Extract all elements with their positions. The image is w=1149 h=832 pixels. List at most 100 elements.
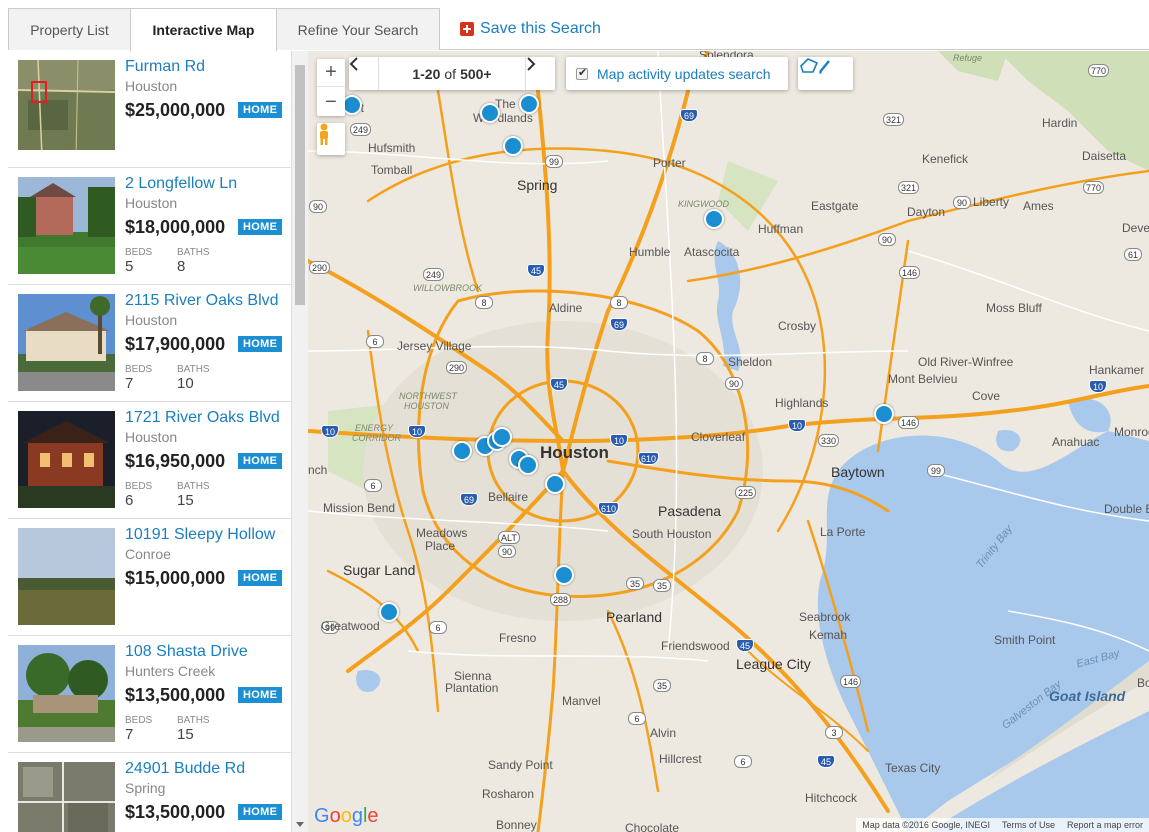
place-label: WILLOWBROOK [413,283,482,293]
highway-shield: 8 [696,352,714,365]
property-marker[interactable] [452,441,472,461]
listing-title[interactable]: 1721 River Oaks Blvd [125,409,280,427]
zoom-in-button[interactable]: + [317,59,345,87]
map-activity-toggle[interactable]: Map activity updates search [566,57,788,90]
save-search-link[interactable]: Save this Search [460,20,601,38]
place-label: Kemah [809,628,847,642]
listing-item[interactable]: 1721 River Oaks Blvd Houston $16,950,000… [8,402,291,519]
property-marker[interactable] [342,95,362,115]
listing-title[interactable]: Furman Rd [125,58,205,76]
beds-value: 6 [125,492,133,509]
highway-shield: 225 [735,486,756,499]
zoom-out-button[interactable]: − [317,88,345,116]
listing-scrollbar[interactable] [291,51,308,832]
highway-shield: 8 [475,296,493,309]
listing-photo [18,177,115,274]
listing-title[interactable]: 10191 Sleepy Hollow [125,526,275,544]
report-map-error-link[interactable]: Report a map error [1067,820,1143,830]
home-badge: HOME [238,804,282,820]
pegman-icon [317,123,331,145]
listing-item[interactable]: 108 Shasta Drive Hunters Creek $13,500,0… [8,636,291,753]
interactive-map[interactable]: 249 69 99 249 45 8 8 69 6 290 8 90 45 10… [308,51,1149,832]
place-label: Liberty [973,195,1009,209]
place-label: Place [425,539,455,553]
beds-label: BEDS [125,364,152,375]
highway-shield: 3 [825,726,843,739]
listing-item[interactable]: 10191 Sleepy Hollow Conroe $15,000,000 H… [8,519,291,636]
chevron-left-icon [349,57,359,71]
place-label: Alvin [650,726,676,740]
property-marker[interactable] [503,136,523,156]
google-logo[interactable]: Google [314,805,379,828]
highway-shield: 90 [498,545,516,558]
home-badge: HOME [238,102,282,118]
street-view-button[interactable] [317,123,345,155]
property-marker[interactable] [480,103,500,123]
property-marker[interactable] [519,94,539,114]
property-marker[interactable] [379,602,399,622]
pager-prev-button[interactable] [349,57,379,90]
place-label: League City [736,656,811,672]
place-label: Daisetta [1082,149,1126,163]
place-label: Cove [972,389,1000,403]
place-label: Crosby [778,319,816,333]
draw-polygon-icon [798,57,832,75]
highway-shield: 99 [545,155,563,168]
property-marker[interactable] [492,427,512,447]
tab-property-list[interactable]: Property List [8,8,131,50]
listing-price: $25,000,000 [125,100,225,121]
property-marker[interactable] [874,404,894,424]
terms-of-use-link[interactable]: Terms of Use [1002,820,1055,830]
place-label: nch [308,463,327,477]
place-label: Mission Bend [323,501,395,515]
place-label: Hardin [1042,116,1077,130]
highway-shield: 321 [898,181,919,194]
property-marker[interactable] [704,209,724,229]
place-label: KINGWOOD [678,199,729,209]
listing-item[interactable]: 2 Longfellow Ln Houston $18,000,000 HOME… [8,168,291,285]
highway-shield: 6 [429,621,447,634]
scroll-down-arrow-icon[interactable] [296,822,304,827]
tab-refine-search[interactable]: Refine Your Search [276,8,440,50]
listing-title[interactable]: 24901 Budde Rd [125,760,245,778]
listing-photo [18,762,115,832]
listing-item[interactable]: 24901 Budde Rd Spring $13,500,000 HOME [8,753,291,832]
tab-interactive-map[interactable]: Interactive Map [130,8,277,51]
listing-price: $13,500,000 [125,685,225,706]
place-label: Baytown [831,464,885,480]
place-label: Double Bayou [1104,502,1149,516]
property-marker[interactable] [554,565,574,585]
listing-title[interactable]: 2115 River Oaks Blvd [125,292,279,310]
listing-price: $18,000,000 [125,217,225,238]
map-attribution: Map data ©2016 Google, INEGI Terms of Us… [856,818,1149,832]
pager-next-button[interactable] [525,57,555,90]
draw-area-button[interactable] [798,57,853,90]
place-label: Seabrook [799,610,850,624]
highway-shield: ALT [498,531,520,544]
beds-label: BEDS [125,481,152,492]
place-label: Pasadena [658,503,721,519]
listing-item[interactable]: 2115 River Oaks Blvd Houston $17,900,000… [8,285,291,402]
listing-title[interactable]: 2 Longfellow Ln [125,175,237,193]
scrollbar-thumb[interactable] [295,65,305,305]
interstate-shield: 610 [638,452,659,465]
property-marker[interactable] [545,474,565,494]
listing-item[interactable]: Furman Rd Houston $25,000,000 HOME [8,51,291,168]
place-label: Houston [540,443,609,463]
listing-city: Houston [125,195,177,211]
property-marker[interactable] [518,455,538,475]
highway-shield: 90 [878,233,896,246]
highway-shield: 90 [309,200,327,213]
beds-label: BEDS [125,247,152,258]
place-label: Rosharon [482,787,534,801]
baths-label: BATHS [177,481,210,492]
listing-title[interactable]: 108 Shasta Drive [125,643,248,661]
highway-shield: 770 [1083,181,1104,194]
highway-shield: 6 [364,479,382,492]
place-label: Huffman [758,222,803,236]
beds-value: 5 [125,258,133,275]
place-label: Dayton [907,205,945,219]
beds-value: 7 [125,375,133,392]
place-label: Hankamer [1089,363,1144,377]
map-activity-checkbox[interactable] [576,68,588,80]
